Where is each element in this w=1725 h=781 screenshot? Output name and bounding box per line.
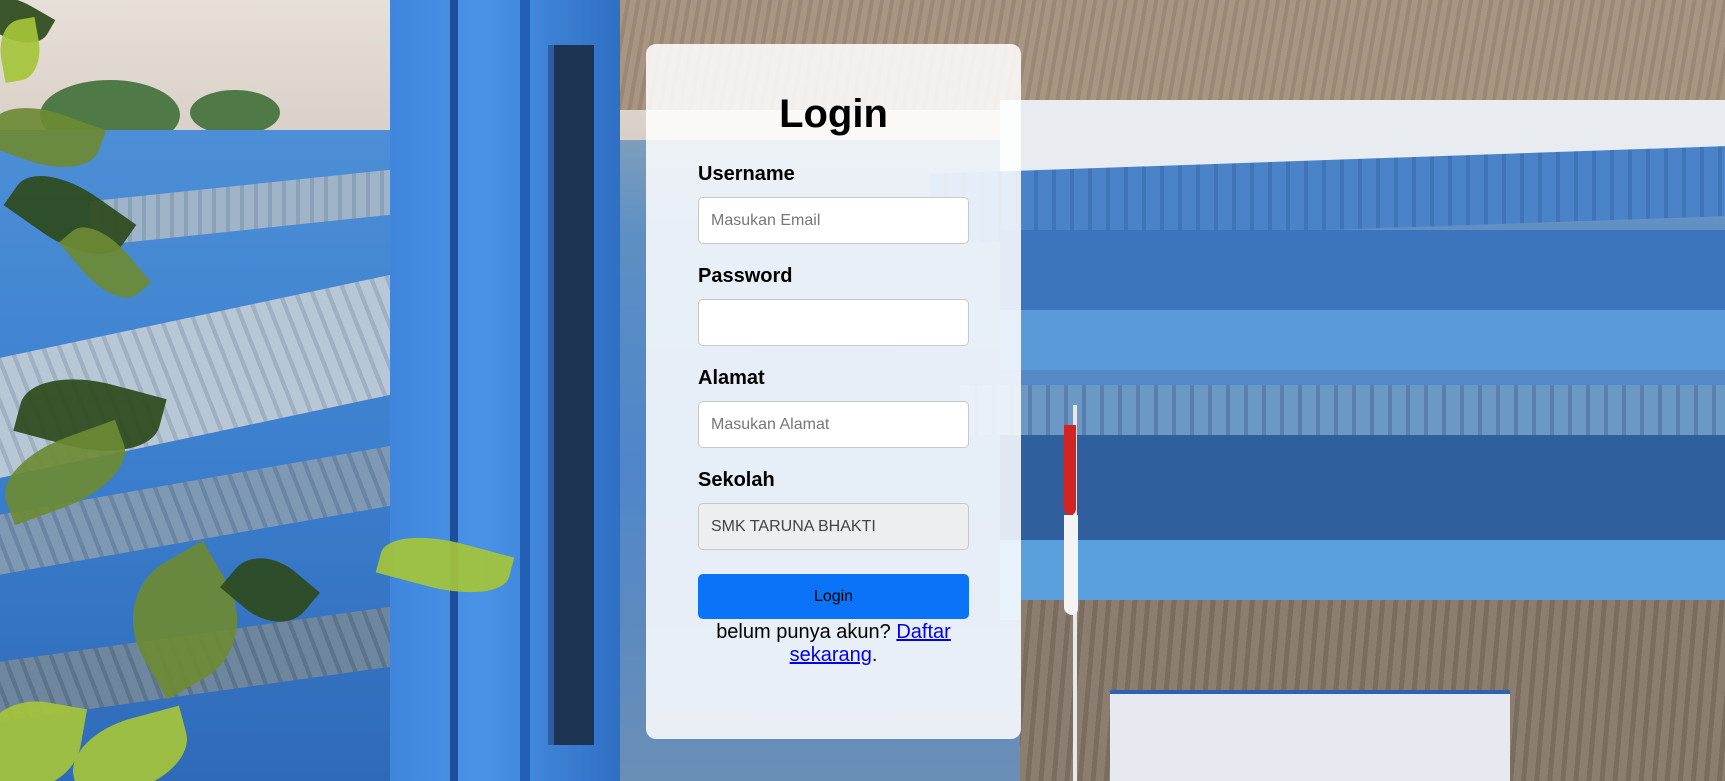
flag: [1064, 515, 1078, 615]
sekolah-label: Sekolah: [698, 469, 775, 491]
password-label: Password: [698, 265, 793, 287]
building-band: [1000, 310, 1725, 370]
tower-strip: [520, 0, 530, 781]
username-group: Username: [698, 164, 969, 244]
banner: [1110, 690, 1510, 781]
register-suffix: .: [871, 644, 878, 666]
username-input[interactable]: [698, 197, 969, 244]
sekolah-group: Sekolah: [698, 470, 969, 550]
alamat-group: Alamat: [698, 368, 969, 448]
tower-strip: [450, 0, 458, 781]
building-floor: [1000, 435, 1725, 545]
register-prompt-text: belum punya akun?: [716, 621, 891, 643]
password-input[interactable]: [698, 299, 969, 346]
login-button[interactable]: Login: [698, 574, 969, 619]
password-group: Password: [698, 266, 969, 346]
username-label: Username: [698, 163, 795, 185]
register-prompt: belum punya akun? Daftar sekarang.: [698, 621, 969, 667]
login-card: Login Username Password Alamat Sekolah L…: [646, 44, 1021, 739]
alamat-input[interactable]: [698, 401, 969, 448]
tower-window: [548, 45, 594, 745]
sekolah-input[interactable]: [698, 503, 969, 550]
tree: [190, 90, 280, 135]
alamat-label: Alamat: [698, 367, 765, 389]
page-title: Login: [779, 92, 888, 136]
flag: [1064, 425, 1076, 515]
